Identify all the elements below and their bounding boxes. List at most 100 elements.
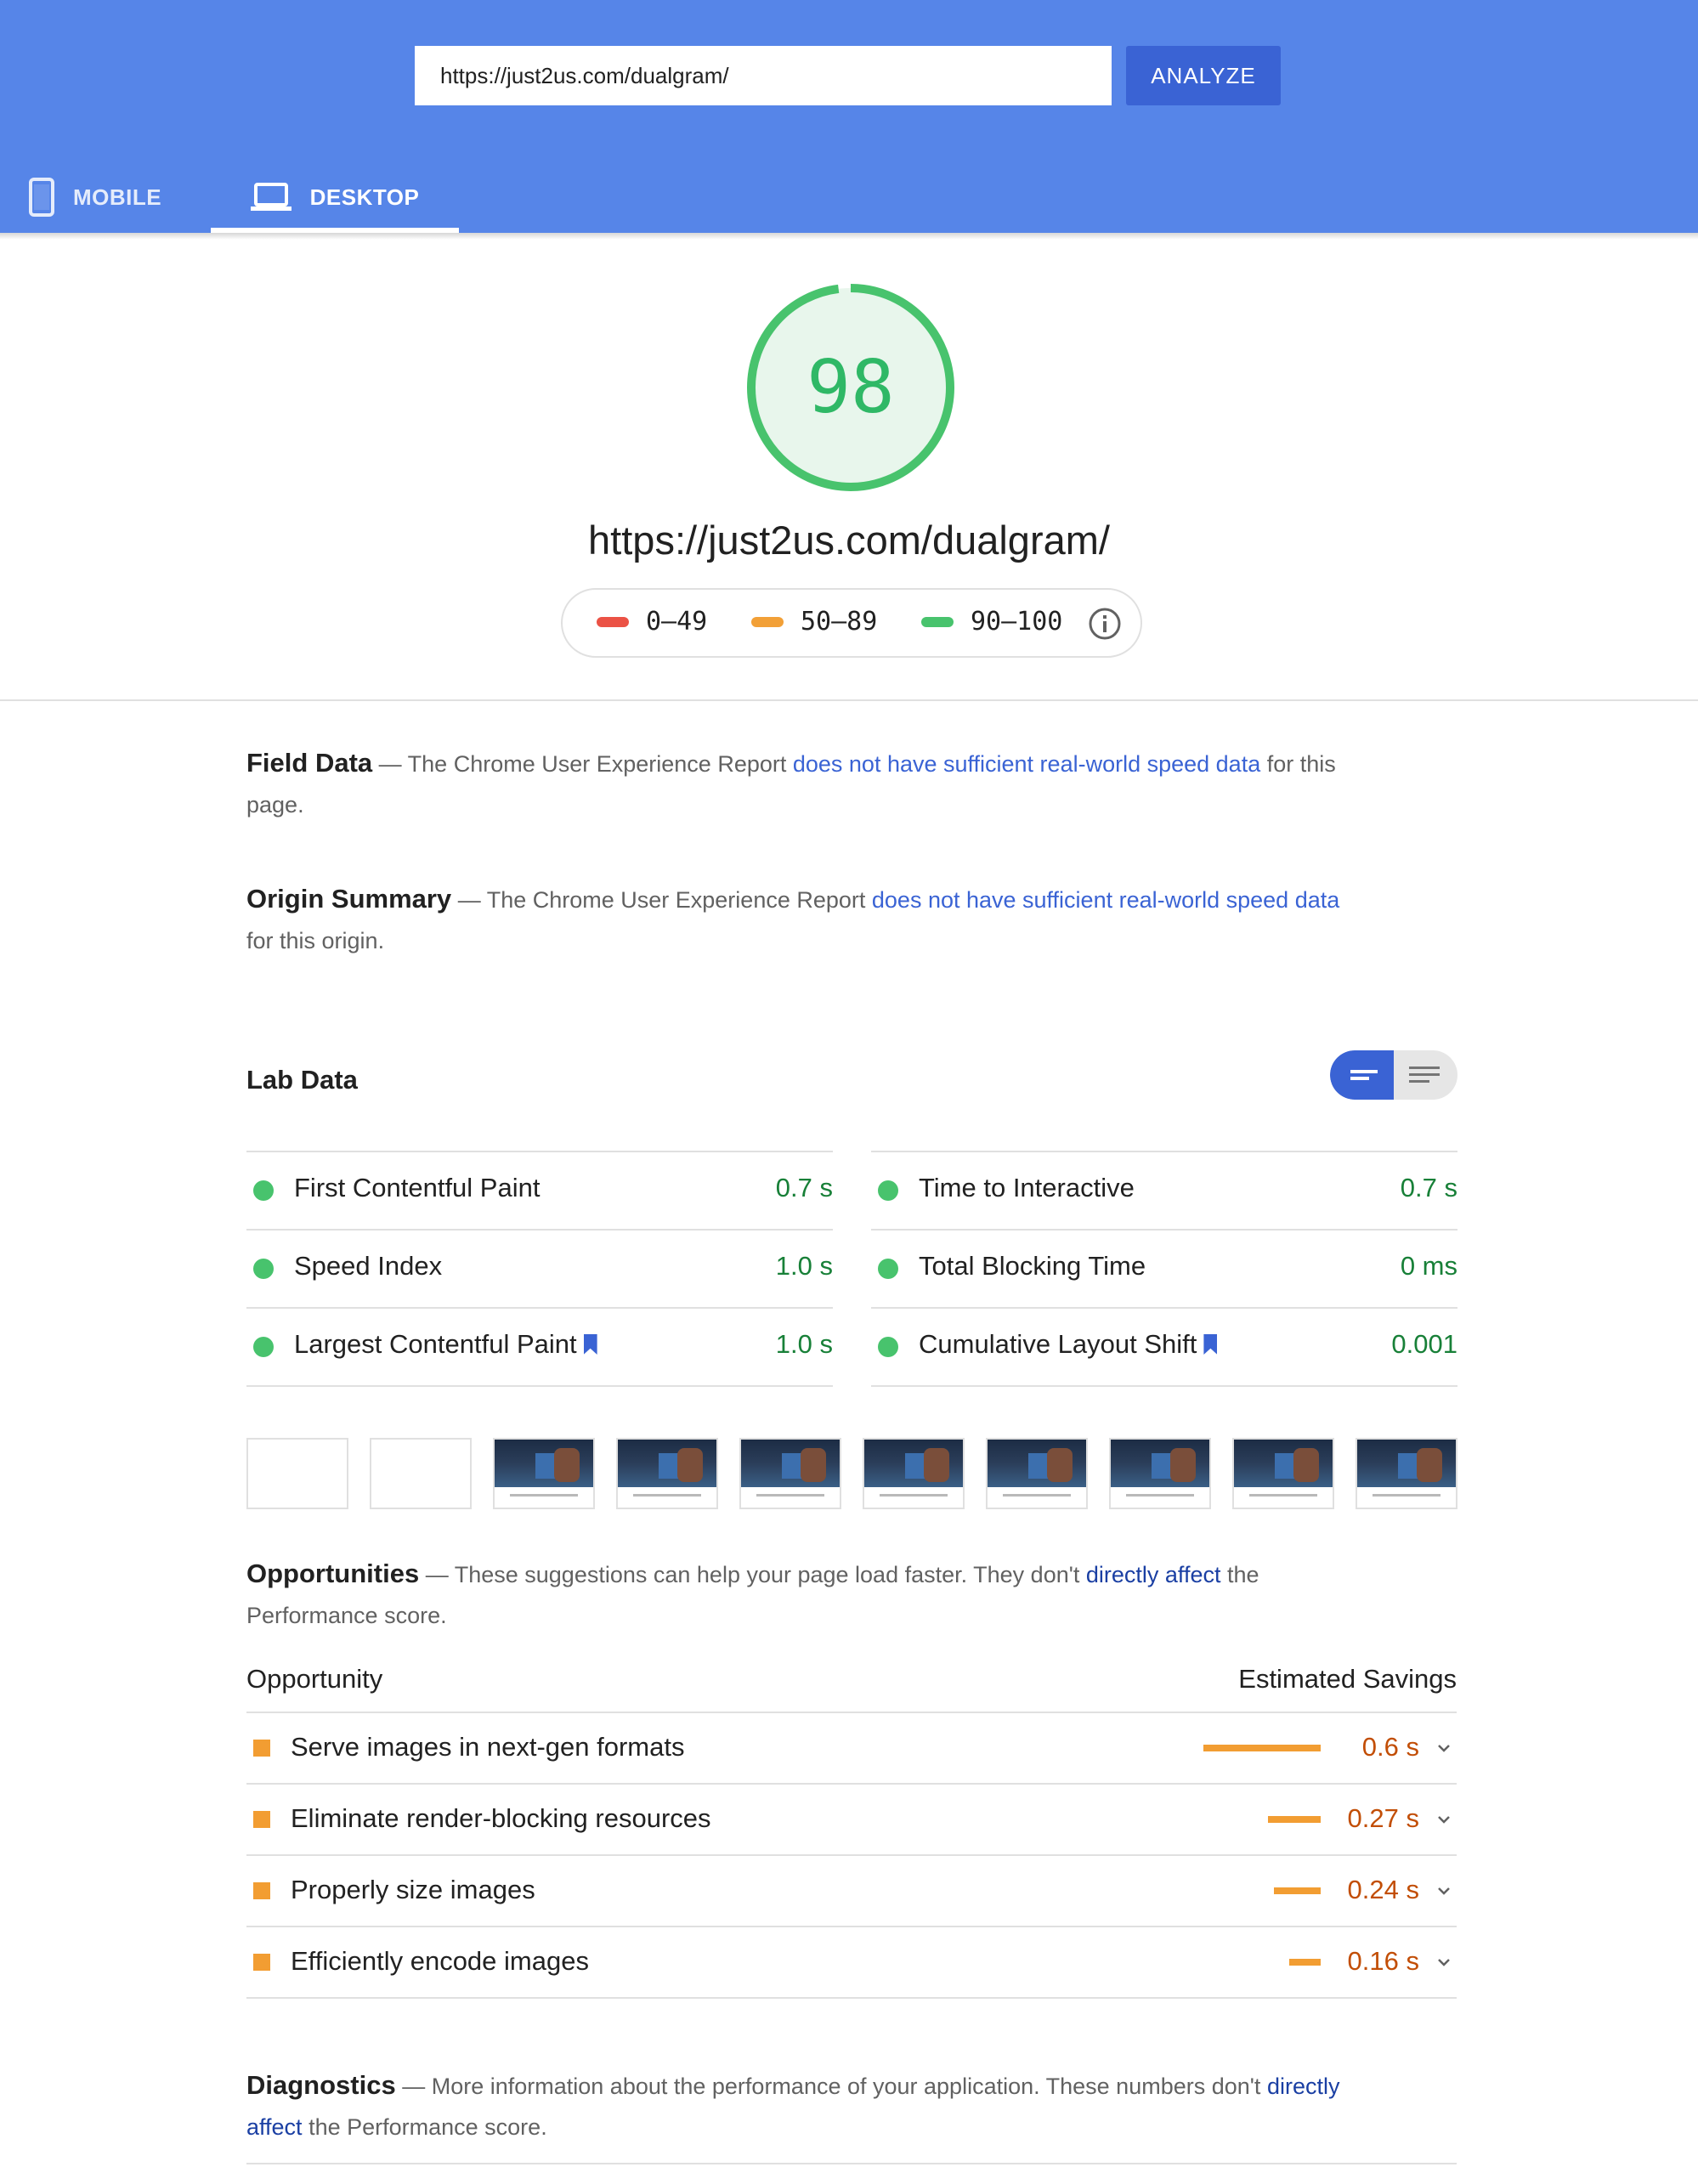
opportunity-row[interactable]: Properly size images 0.24 s xyxy=(246,1854,1457,1926)
metrics-right-column: Time to Interactive 0.7 s Total Blocking… xyxy=(871,1151,1457,1387)
average-square-icon xyxy=(253,1811,270,1828)
frame-thumbnail xyxy=(741,1440,840,1487)
view-toggle xyxy=(1330,1050,1457,1100)
toggle-summary-view[interactable] xyxy=(1330,1050,1394,1100)
tab-desktop[interactable]: DESKTOP xyxy=(211,161,459,233)
origin-summary-section: Origin Summary — The Chrome User Experie… xyxy=(246,879,1351,961)
origin-summary-link[interactable]: does not have sufficient real-world spee… xyxy=(872,887,1339,913)
metric-value: 0 ms xyxy=(1400,1251,1457,1281)
filmstrip-frame xyxy=(1356,1438,1457,1509)
section-divider xyxy=(0,699,1698,701)
diagnostics-section: Diagnostics — More information about the… xyxy=(246,2065,1351,2147)
legend-pass-swatch xyxy=(921,616,954,627)
filmstrip-frame xyxy=(1109,1438,1211,1509)
pass-dot-icon xyxy=(878,1259,898,1279)
filmstrip-frame xyxy=(493,1438,595,1509)
frame-text-line xyxy=(633,1494,701,1497)
section-divider xyxy=(246,2163,1457,2164)
frame-text-line xyxy=(1373,1494,1440,1497)
frame-thumbnail xyxy=(864,1440,963,1487)
url-input[interactable] xyxy=(415,46,1112,105)
tab-mobile[interactable]: MOBILE xyxy=(29,161,161,233)
tab-mobile-label: MOBILE xyxy=(73,184,162,210)
chevron-down-icon[interactable] xyxy=(1435,1810,1453,1829)
legend-fail-swatch xyxy=(597,616,629,627)
field-data-link[interactable]: does not have sufficient real-world spee… xyxy=(793,751,1260,777)
opportunity-name: Eliminate render-blocking resources xyxy=(291,1803,711,1833)
field-data-text: — The Chrome User Experience Report xyxy=(372,751,793,777)
chevron-down-icon[interactable] xyxy=(1435,1953,1453,1972)
analyzed-url: https://just2us.com/dualgram/ xyxy=(588,518,1110,563)
filmstrip-frame xyxy=(246,1438,348,1509)
frame-text-line xyxy=(1003,1494,1071,1497)
opportunity-name: Properly size images xyxy=(291,1875,535,1904)
filmstrip-frame xyxy=(863,1438,965,1509)
origin-summary-text-end: for this origin. xyxy=(246,928,385,953)
opportunity-column-header: Opportunity xyxy=(246,1664,383,1694)
opportunity-row[interactable]: Serve images in next-gen formats 0.6 s xyxy=(246,1712,1457,1783)
diagnostics-text-end: the Performance score. xyxy=(302,2114,547,2140)
bookmark-icon xyxy=(1203,1334,1218,1355)
opportunity-name: Serve images in next-gen formats xyxy=(291,1732,685,1762)
filmstrip-frame xyxy=(986,1438,1088,1509)
filmstrip-frame xyxy=(370,1438,472,1509)
metric-value: 1.0 s xyxy=(775,1329,833,1359)
pass-dot-icon xyxy=(878,1180,898,1201)
chevron-down-icon[interactable] xyxy=(1435,1739,1453,1757)
opportunity-name: Efficiently encode images xyxy=(291,1946,589,1976)
metric-row: Cumulative Layout Shift 0.001 xyxy=(871,1307,1457,1387)
frame-thumbnail xyxy=(1234,1440,1333,1487)
opportunity-row[interactable]: Eliminate render-blocking resources 0.27 … xyxy=(246,1783,1457,1854)
list-view-icon xyxy=(1409,1067,1440,1083)
legend-average-swatch xyxy=(751,616,784,627)
toggle-detail-view[interactable] xyxy=(1394,1050,1457,1100)
header-shadow xyxy=(0,233,1698,240)
diagnostics-title: Diagnostics xyxy=(246,2070,396,2100)
legend-pass-label: 90–100 xyxy=(971,607,1063,637)
field-data-title: Field Data xyxy=(246,748,373,778)
compact-view-icon xyxy=(1350,1070,1378,1080)
frame-text-line xyxy=(1126,1494,1194,1497)
legend-average: 50–89 xyxy=(751,607,877,637)
filmstrip-frame xyxy=(739,1438,841,1509)
metric-row: Largest Contentful Paint 1.0 s xyxy=(246,1307,833,1387)
legend-fail-label: 0–49 xyxy=(646,607,708,637)
opportunities-section: Opportunities — These suggestions can he… xyxy=(246,1553,1351,1636)
frame-text-line xyxy=(880,1494,948,1497)
info-icon[interactable] xyxy=(1088,607,1122,641)
savings-column-header: Estimated Savings xyxy=(1238,1664,1457,1694)
metric-row: Speed Index 1.0 s xyxy=(246,1229,833,1307)
frame-text-line xyxy=(756,1494,824,1497)
pass-dot-icon xyxy=(253,1337,274,1357)
frame-text-line xyxy=(1249,1494,1317,1497)
diagnostics-text: — More information about the performance… xyxy=(395,2074,1267,2099)
average-square-icon xyxy=(253,1740,270,1757)
savings-bar xyxy=(1289,1959,1321,1966)
metric-name: First Contentful Paint xyxy=(294,1173,541,1202)
chevron-down-icon[interactable] xyxy=(1435,1881,1453,1900)
savings-bar xyxy=(1274,1887,1321,1894)
savings-value: 0.16 s xyxy=(1347,1946,1419,1976)
pass-dot-icon xyxy=(253,1259,274,1279)
metric-value: 0.001 xyxy=(1391,1329,1457,1359)
frame-thumbnail xyxy=(988,1440,1086,1487)
opportunity-row[interactable]: Efficiently encode images 0.16 s xyxy=(246,1926,1457,1999)
metric-value: 0.7 s xyxy=(775,1173,833,1202)
laptop-icon xyxy=(250,183,291,212)
legend-fail: 0–49 xyxy=(597,607,707,637)
origin-summary-text: — The Chrome User Experience Report xyxy=(451,887,872,913)
legend-average-label: 50–89 xyxy=(801,607,878,637)
metric-row: First Contentful Paint 0.7 s xyxy=(246,1151,833,1229)
bookmark-icon xyxy=(583,1334,597,1355)
frame-thumbnail xyxy=(1357,1440,1456,1487)
average-square-icon xyxy=(253,1954,270,1971)
metric-name: Time to Interactive xyxy=(919,1173,1135,1202)
frame-thumbnail xyxy=(1111,1440,1209,1487)
opportunities-link[interactable]: directly affect xyxy=(1086,1562,1221,1587)
metric-name: Total Blocking Time xyxy=(919,1251,1146,1281)
opportunities-title: Opportunities xyxy=(246,1559,420,1588)
performance-score: 98 xyxy=(807,345,895,430)
analyze-button[interactable]: ANALYZE xyxy=(1126,46,1281,105)
origin-summary-title: Origin Summary xyxy=(246,884,452,914)
field-data-section: Field Data — The Chrome User Experience … xyxy=(246,743,1351,825)
